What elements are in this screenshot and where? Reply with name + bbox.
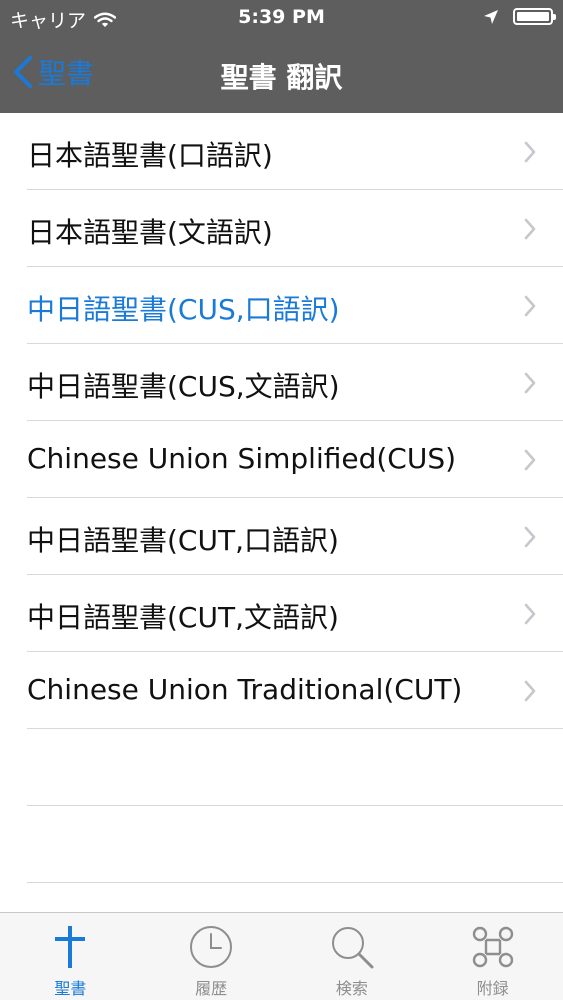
translation-label: Chinese Union Traditional(CUT) — [27, 673, 463, 706]
translation-label: 日本語聖書(口語訳) — [27, 139, 273, 172]
chevron-right-icon — [524, 372, 536, 394]
chevron-right-icon — [524, 526, 536, 548]
chevron-right-icon — [524, 141, 536, 163]
translation-label: 中日語聖書(CUS,文語訳) — [27, 370, 340, 403]
translation-label: Chinese Union Simplified(CUS) — [27, 442, 457, 475]
navigation-bar: 聖書 聖書 翻訳 — [0, 36, 563, 113]
tab-label: 履歴 — [195, 979, 228, 998]
translation-row[interactable]: Chinese Union Traditional(CUT) — [0, 652, 563, 729]
cross-icon — [46, 923, 94, 971]
status-time: 5:39 PM — [238, 6, 325, 28]
tab-search[interactable]: 検索 — [282, 913, 423, 1000]
tab-label: 聖書 — [54, 979, 87, 998]
clock-icon — [187, 923, 235, 971]
search-icon — [328, 923, 376, 971]
tab-bible[interactable]: 聖書 — [0, 913, 141, 1000]
translation-label: 中日語聖書(CUT,文語訳) — [27, 601, 339, 634]
command-icon — [469, 923, 517, 971]
page-title: 聖書 翻訳 — [220, 61, 343, 94]
translation-row[interactable]: 中日語聖書(CUS,文語訳) — [0, 344, 563, 421]
translation-label: 中日語聖書(CUT,口語訳) — [27, 524, 339, 557]
tab-label: 附録 — [476, 979, 509, 998]
translation-row[interactable]: 中日語聖書(CUT,口語訳) — [0, 498, 563, 575]
translation-label: 中日語聖書(CUS,口語訳) — [27, 293, 340, 326]
tab-label: 検索 — [335, 979, 368, 998]
status-bar: キャリア 5:39 PM — [0, 0, 563, 36]
translation-row[interactable]: Chinese Union Simplified(CUS) — [0, 421, 563, 498]
status-right — [483, 8, 556, 25]
battery-icon — [513, 8, 556, 25]
tab-bar: 聖書 履歴 検索 附録 — [0, 912, 563, 1000]
translation-label: 日本語聖書(文語訳) — [27, 216, 273, 249]
chevron-right-icon — [524, 449, 536, 471]
tab-history[interactable]: 履歴 — [141, 913, 282, 1000]
chevron-right-icon — [524, 603, 536, 625]
translation-list: 日本語聖書(口語訳) 日本語聖書(文語訳) 中日語聖書(CUS,口語訳) 中日語… — [0, 113, 563, 883]
translation-row[interactable]: 日本語聖書(口語訳) — [0, 113, 563, 190]
chevron-right-icon — [524, 680, 536, 702]
tab-appendix[interactable]: 附録 — [422, 913, 563, 1000]
translation-row[interactable]: 中日語聖書(CUT,文語訳) — [0, 575, 563, 652]
empty-row — [0, 729, 563, 806]
chevron-right-icon — [524, 295, 536, 317]
chevron-right-icon — [524, 218, 536, 240]
translation-row[interactable]: 日本語聖書(文語訳) — [0, 190, 563, 267]
translation-row-selected[interactable]: 中日語聖書(CUS,口語訳) — [0, 267, 563, 344]
empty-row — [0, 806, 563, 883]
location-arrow-icon — [484, 9, 498, 24]
